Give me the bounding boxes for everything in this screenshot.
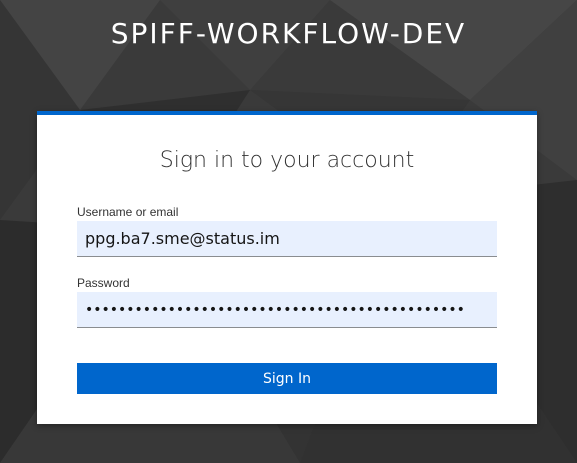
password-label: Password xyxy=(77,276,130,290)
username-label: Username or email xyxy=(77,205,179,219)
username-input[interactable] xyxy=(77,221,497,257)
login-heading: Sign in to your account xyxy=(159,148,415,173)
password-input[interactable] xyxy=(77,292,497,328)
login-card: Sign in to your account Username or emai… xyxy=(37,111,537,424)
sign-in-button[interactable]: Sign In xyxy=(77,363,497,394)
realm-title: SPIFF-WORKFLOW-DEV xyxy=(110,17,467,50)
